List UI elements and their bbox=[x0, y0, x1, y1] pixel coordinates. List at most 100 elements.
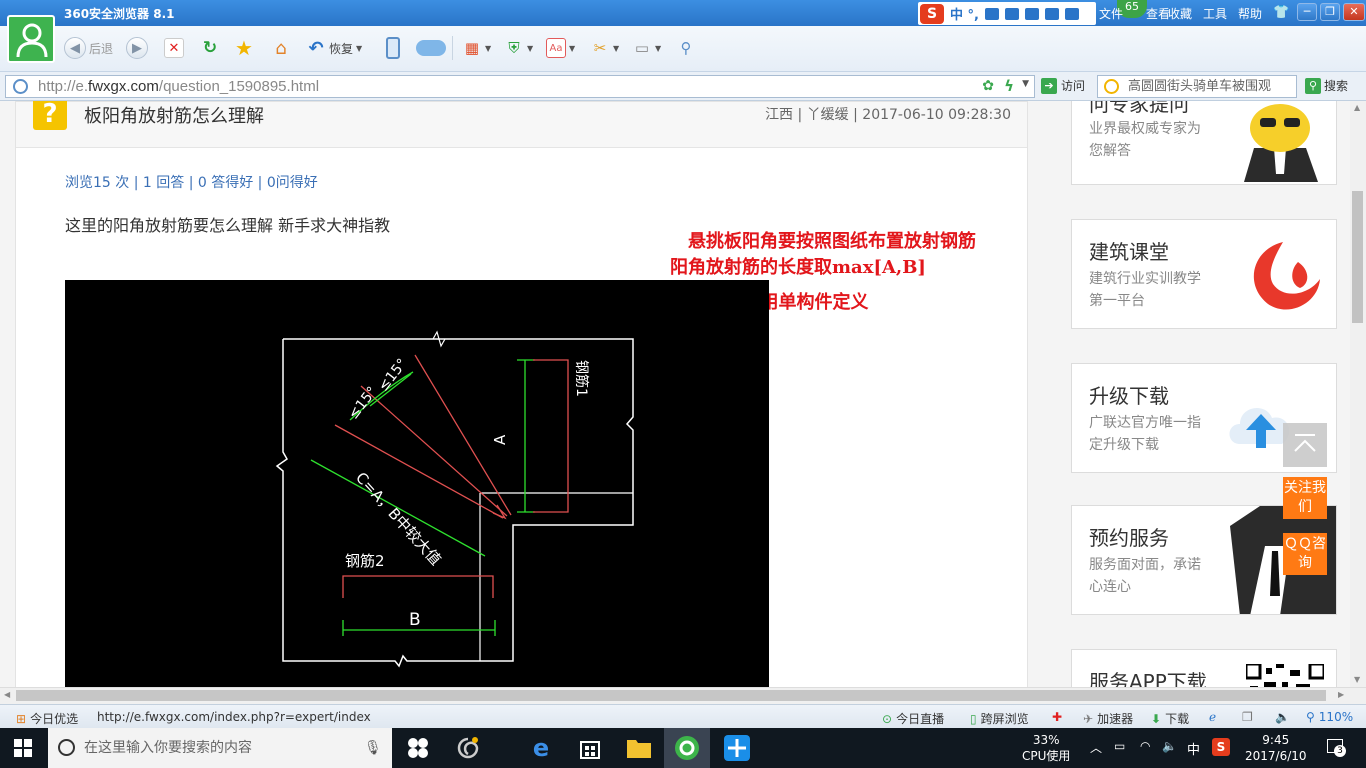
clock[interactable]: 9:45 2017/6/10 bbox=[1245, 732, 1307, 764]
live-button[interactable]: ⊙ 今日直播 bbox=[882, 710, 944, 727]
menu-file[interactable]: 文件 bbox=[1099, 5, 1123, 22]
volume-icon[interactable]: 🔈 bbox=[1162, 739, 1177, 753]
scroll-left-icon[interactable]: ◀ bbox=[4, 690, 10, 699]
sogou-tray-icon[interactable]: S bbox=[1212, 738, 1230, 756]
apps-button[interactable]: ▦ ▼ bbox=[462, 36, 491, 60]
menu-help[interactable]: 帮助 bbox=[1238, 5, 1262, 22]
edge-browser-icon[interactable]: e bbox=[527, 734, 555, 762]
keyboard-icon[interactable] bbox=[1004, 7, 1019, 20]
skin-icon[interactable]: 👕 bbox=[1273, 5, 1289, 20]
zoom-control[interactable]: ⚲ 110% bbox=[1306, 710, 1353, 724]
ie-icon[interactable]: ℯ bbox=[1209, 710, 1216, 724]
app-title: 360安全浏览器 8.1 bbox=[64, 7, 175, 21]
shirt-icon[interactable] bbox=[1044, 7, 1059, 20]
favorite-button[interactable]: ★ bbox=[234, 36, 254, 60]
restore-button[interactable]: ↶ 恢复 ▼ bbox=[306, 36, 362, 60]
cross-screen-button[interactable]: ▯ 跨屏浏览 bbox=[970, 710, 1029, 727]
qq-consult-button[interactable]: ＱＱ咨询 bbox=[1283, 533, 1327, 575]
cpu-meter[interactable]: 33% CPU使用 bbox=[1022, 732, 1070, 764]
microphone-icon[interactable]: 🎙 bbox=[364, 728, 382, 768]
refresh-button[interactable]: ↻ bbox=[200, 36, 220, 60]
zoom-button[interactable]: ⚲ bbox=[676, 36, 696, 60]
game-button[interactable]: ▭ ▼ bbox=[632, 36, 661, 60]
window-icon[interactable]: ❐ bbox=[1242, 710, 1253, 724]
scroll-right-icon[interactable]: ▶ bbox=[1338, 690, 1344, 699]
chevron-down-icon[interactable]: ▼ bbox=[1022, 79, 1029, 89]
zoom-icon: ⚲ bbox=[1306, 710, 1315, 724]
forward-arrow-icon: ▶ bbox=[126, 37, 148, 59]
windows-start-icon[interactable] bbox=[14, 739, 32, 757]
taskbar: 在这里输入你要搜索的内容 🎙 e 33% CPU使用 ︿ ▭ ◠ 🔈 中 S 9… bbox=[0, 728, 1366, 768]
translate-button[interactable]: Aa ▼ bbox=[546, 36, 575, 60]
action-center-icon[interactable]: 3 bbox=[1324, 737, 1346, 757]
remote-app-icon[interactable] bbox=[723, 734, 751, 762]
cloud-button[interactable] bbox=[416, 36, 446, 60]
accelerator-button[interactable]: ✈ 加速器 bbox=[1083, 710, 1133, 727]
search-input[interactable]: 高圆圆街头骑单车被围观 bbox=[1097, 75, 1297, 98]
task-view-icon[interactable] bbox=[404, 734, 432, 762]
speaker-icon[interactable]: 🔈 bbox=[1275, 710, 1290, 724]
apps-grid-icon: ▦ bbox=[464, 39, 480, 57]
microphone-icon[interactable] bbox=[984, 7, 999, 20]
horizontal-scrollbar[interactable]: ◀ ▶ bbox=[0, 687, 1366, 704]
sidebar-card-app[interactable]: 服务APP下载 bbox=[1071, 649, 1337, 687]
ime-toolbar[interactable]: S 中 °, bbox=[918, 2, 1096, 25]
sidebar-card-course[interactable]: 建筑课堂 建筑行业实训教学第一平台 bbox=[1071, 219, 1337, 329]
minimize-button[interactable]: ─ bbox=[1297, 3, 1317, 21]
menu-tools[interactable]: 工具 bbox=[1203, 5, 1227, 22]
chevron-down-icon: ▼ bbox=[527, 43, 534, 53]
ime-mode[interactable]: 中 °, bbox=[950, 4, 979, 23]
finance-button[interactable]: ⛨ ▼ bbox=[504, 36, 533, 60]
vertical-scrollbar[interactable]: ▲ ▼ bbox=[1350, 101, 1366, 687]
wifi-icon[interactable]: ◠ bbox=[1140, 739, 1150, 753]
angle-label-1: ≤15° bbox=[346, 384, 381, 423]
back-to-top-button[interactable] bbox=[1283, 423, 1327, 467]
medical-icon[interactable]: ✚ bbox=[1052, 710, 1062, 724]
mobile-button[interactable] bbox=[386, 36, 400, 60]
menu-favorites[interactable]: 收藏 bbox=[1168, 5, 1192, 22]
compatibility-icon[interactable]: ✿ bbox=[982, 78, 994, 94]
back-button[interactable]: ◀ 后退 bbox=[64, 36, 113, 60]
scroll-thumb[interactable] bbox=[16, 690, 1326, 701]
scroll-thumb[interactable] bbox=[1352, 191, 1363, 323]
chevron-up-icon[interactable]: ︿ bbox=[1090, 739, 1102, 756]
maximize-button[interactable]: ❐ bbox=[1320, 3, 1340, 21]
url-text[interactable]: http://e.fwxgx.com/question_1590895.html bbox=[6, 78, 319, 95]
today-pick-button[interactable]: ⊞ 今日优选 bbox=[16, 710, 78, 727]
page-content: ? 板阳角放射筋怎么理解 江西 | 丫缓缓 | 2017-06-10 09:28… bbox=[0, 101, 1350, 687]
360-browser-taskbar-icon[interactable] bbox=[673, 734, 701, 762]
taskbar-search-input[interactable]: 在这里输入你要搜索的内容 🎙 bbox=[48, 728, 392, 768]
card-title: 服务APP下载 bbox=[1089, 670, 1207, 687]
screenshot-button[interactable]: ✂ ▼ bbox=[590, 36, 619, 60]
ime-indicator[interactable]: 中 bbox=[1187, 739, 1200, 758]
sogou-logo-icon[interactable]: S bbox=[920, 3, 944, 24]
url-input[interactable]: http://e.fwxgx.com/question_1590895.html… bbox=[5, 75, 1035, 98]
search-button[interactable]: ⚲ 搜索 bbox=[1305, 77, 1348, 94]
notification-count: 3 bbox=[1334, 745, 1346, 757]
refresh-icon: ↻ bbox=[202, 38, 218, 58]
menu-view[interactable]: 查看 bbox=[1146, 5, 1170, 22]
sidebar-card-ask-expert[interactable]: 问专家提问 业界最权威专家为您解答 bbox=[1071, 101, 1337, 185]
card-title: 建筑课堂 bbox=[1089, 240, 1169, 264]
visit-button[interactable]: ➔ 访问 bbox=[1041, 77, 1085, 94]
lightning-icon[interactable]: ϟ bbox=[1004, 77, 1014, 95]
stop-button[interactable]: ✕ bbox=[164, 36, 184, 60]
gift-icon: ⊞ bbox=[16, 711, 27, 726]
wrench-icon[interactable] bbox=[1064, 7, 1079, 20]
download-button[interactable]: ⬇ 下载 bbox=[1151, 710, 1189, 727]
file-explorer-icon[interactable] bbox=[625, 734, 653, 762]
battery-icon[interactable]: ▭ bbox=[1114, 739, 1125, 753]
avatar[interactable] bbox=[7, 15, 55, 63]
user-icon[interactable] bbox=[1024, 7, 1039, 20]
scroll-down-icon[interactable]: ▼ bbox=[1354, 675, 1360, 684]
url-path: /question_1590895.html bbox=[158, 78, 320, 95]
store-icon[interactable] bbox=[576, 734, 604, 762]
back-arrow-icon: ◀ bbox=[64, 37, 86, 59]
spiral-app-icon[interactable] bbox=[454, 734, 482, 762]
home-button[interactable]: ⌂ bbox=[271, 36, 291, 60]
forward-button[interactable]: ▶ bbox=[126, 36, 148, 60]
follow-us-button[interactable]: 关注我们 bbox=[1283, 477, 1327, 519]
close-button[interactable]: ✕ bbox=[1343, 3, 1365, 21]
question-mark-icon: ? bbox=[33, 101, 67, 130]
scroll-up-icon[interactable]: ▲ bbox=[1354, 103, 1360, 112]
